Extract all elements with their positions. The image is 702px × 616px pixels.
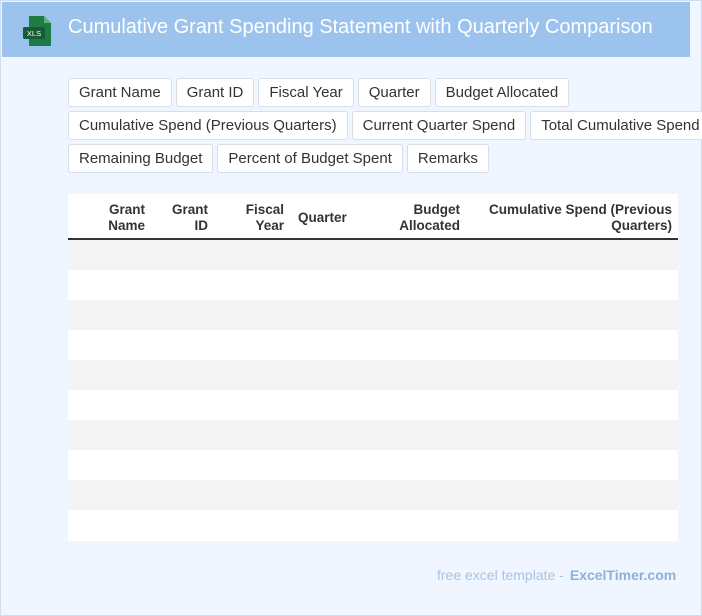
field-chip-row: Cumulative Spend (Previous Quarters) Cur… — [68, 111, 702, 140]
table-row[interactable] — [68, 450, 678, 480]
column-header-line: Quarter — [298, 210, 347, 225]
field-chip-grant-id[interactable]: Grant ID — [175, 78, 255, 107]
column-header-cumulative-spend-previous[interactable]: Cumulative Spend (Previous Quarters) — [489, 202, 672, 234]
column-header-line: Grant — [108, 202, 145, 217]
footer-credit: free excel template - ExcelTimer.com — [437, 567, 676, 583]
field-chip-remaining-budget[interactable]: Remaining Budget — [68, 144, 214, 173]
footer-text: free excel template - — [437, 567, 564, 583]
column-header-budget-allocated[interactable]: Budget Allocated — [399, 202, 460, 234]
column-header-line: Budget — [413, 202, 461, 217]
column-header-quarter[interactable]: Quarter — [298, 210, 347, 226]
field-chip-quarter[interactable]: Quarter — [357, 78, 431, 107]
field-chip-row: Grant Name Grant ID Fiscal Year Quarter … — [68, 78, 702, 107]
column-header-line: Fiscal — [245, 202, 284, 217]
data-table: Grant Name Grant ID Fiscal Year Quarter … — [68, 194, 678, 541]
column-header-line: ID — [194, 218, 209, 233]
table-row[interactable] — [68, 360, 678, 390]
table-header-row: Grant Name Grant ID Fiscal Year Quarter … — [68, 194, 678, 240]
table-row[interactable] — [68, 420, 678, 450]
table-row[interactable] — [68, 390, 678, 420]
table-row[interactable] — [68, 330, 678, 360]
field-chip-remarks[interactable]: Remarks — [406, 144, 489, 173]
field-chip-grant-name[interactable]: Grant Name — [68, 78, 172, 107]
title-bar: XLS Cumulative Grant Spending Statement … — [2, 2, 690, 57]
table-row[interactable] — [68, 510, 678, 540]
column-header-line: Cumulative Spend (Previous — [488, 202, 672, 217]
field-chip-fiscal-year[interactable]: Fiscal Year — [258, 78, 354, 107]
column-header-line: Allocated — [399, 218, 460, 233]
column-header-fiscal-year[interactable]: Fiscal Year — [246, 202, 284, 234]
table-row[interactable] — [68, 480, 678, 510]
field-chip-current-quarter-spend[interactable]: Current Quarter Spend — [351, 111, 527, 140]
column-header-grant-id[interactable]: Grant ID — [172, 202, 208, 234]
excel-file-icon: XLS — [23, 16, 51, 46]
table-row[interactable] — [68, 300, 678, 330]
column-header-grant-name[interactable]: Grant Name — [108, 202, 145, 234]
page-title: Cumulative Grant Spending Statement with… — [68, 16, 653, 38]
excel-icon-label: XLS — [27, 29, 41, 38]
column-header-line: Quarters) — [611, 218, 672, 233]
field-chip-percent-budget-spent[interactable]: Percent of Budget Spent — [217, 144, 403, 173]
table-row[interactable] — [68, 270, 678, 300]
field-chip-budget-allocated[interactable]: Budget Allocated — [434, 78, 570, 107]
footer-brand-link[interactable]: ExcelTimer.com — [570, 567, 676, 583]
column-header-line: Grant — [171, 202, 208, 217]
field-chip-list: Grant Name Grant ID Fiscal Year Quarter … — [68, 78, 702, 177]
column-header-line: Name — [108, 218, 145, 233]
field-chip-row: Remaining Budget Percent of Budget Spent… — [68, 144, 702, 173]
column-header-line: Year — [255, 218, 284, 233]
table-row[interactable] — [68, 240, 678, 270]
field-chip-total-cumulative-spend[interactable]: Total Cumulative Spend — [530, 111, 702, 140]
field-chip-cumulative-spend-previous[interactable]: Cumulative Spend (Previous Quarters) — [68, 111, 348, 140]
